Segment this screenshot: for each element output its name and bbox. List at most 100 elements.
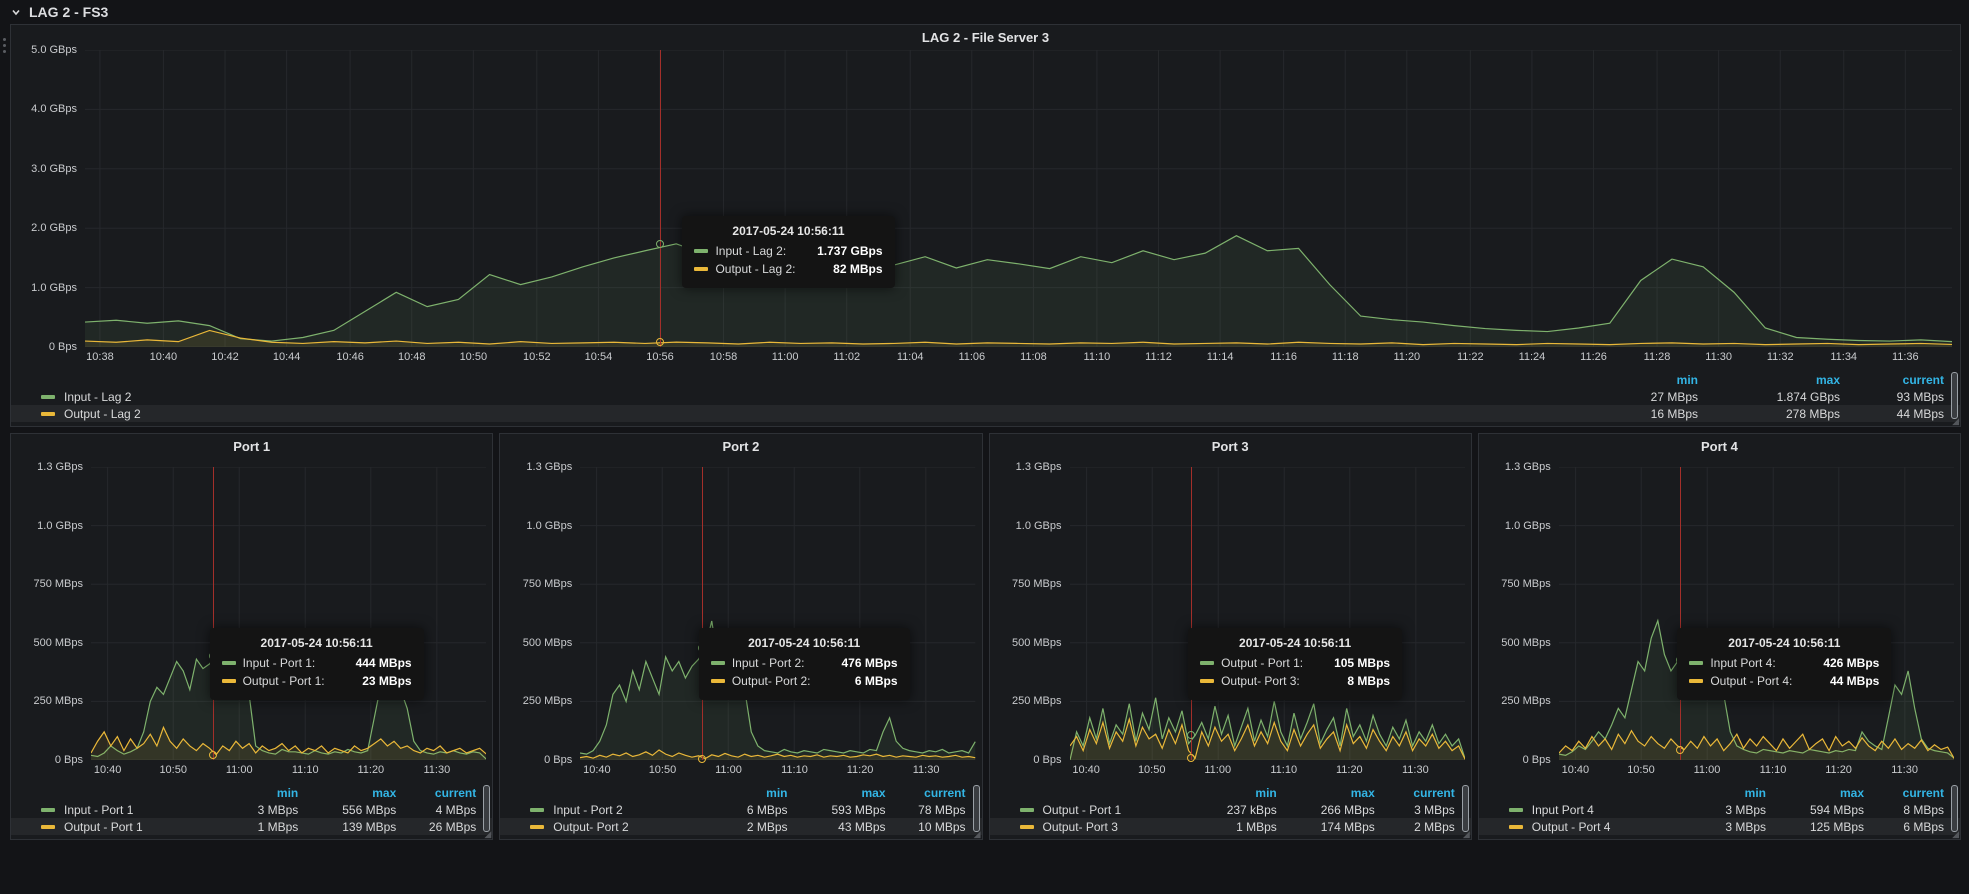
- chevron-down-icon[interactable]: [10, 6, 22, 18]
- panel-title[interactable]: LAG 2 - File Server 3: [11, 25, 1960, 50]
- lag2-timeseries-chart[interactable]: 5.0 GBps4.0 GBps3.0 GBps2.0 GBps1.0 GBps…: [11, 50, 1952, 366]
- legend-current-header[interactable]: current: [886, 786, 966, 800]
- legend-max-header[interactable]: max: [1698, 373, 1840, 387]
- legend-row-input[interactable]: Input - Port 1 3 MBps 556 MBps 4 MBps: [11, 801, 492, 818]
- legend-min-header[interactable]: min: [1193, 786, 1277, 800]
- legend-max-header[interactable]: max: [1766, 786, 1864, 800]
- hover-point-marker: [1187, 754, 1195, 762]
- y-axis-labels: 5.0 GBps4.0 GBps3.0 GBps2.0 GBps1.0 GBps…: [11, 50, 85, 347]
- y-axis-labels: 1.3 GBps1.0 GBps750 MBps500 MBps250 MBps…: [990, 467, 1070, 760]
- panel-title[interactable]: Port 2: [500, 434, 981, 459]
- legend-row-output[interactable]: Output- Port 2 2 MBps 43 MBps 10 MBps: [500, 818, 981, 835]
- legend-row-input[interactable]: Input - Lag 2 27 MBps 1.874 GBps 93 MBps: [11, 388, 1960, 405]
- legend-scrollbar[interactable]: [1951, 785, 1958, 832]
- legend-row-input[interactable]: Input Port 4 3 MBps 594 MBps 8 MBps: [1479, 801, 1960, 818]
- legend-scrollbar[interactable]: [1951, 372, 1958, 419]
- legend-max-header[interactable]: max: [298, 786, 396, 800]
- legend-max-header[interactable]: max: [788, 786, 886, 800]
- plot-area[interactable]: 2017-05-24 10:56:11 Input - Port 1:444 M…: [91, 467, 486, 760]
- series-swatch-yellow: [1200, 679, 1214, 683]
- series-swatch-green: [694, 249, 708, 253]
- series-swatch-green: [711, 661, 725, 665]
- tooltip-time: 2017-05-24 10:56:11: [711, 636, 898, 650]
- legend-min-header[interactable]: min: [704, 786, 788, 800]
- series-swatch-green: [41, 395, 55, 399]
- crosshair-line: [1680, 467, 1681, 760]
- port1-timeseries-chart[interactable]: 1.3 GBps1.0 GBps750 MBps500 MBps250 MBps…: [11, 467, 486, 779]
- crosshair-line: [1191, 467, 1192, 760]
- legend-row-output[interactable]: Output- Port 3 1 MBps 174 MBps 2 MBps: [990, 818, 1471, 835]
- tooltip: 2017-05-24 10:56:11 Input - Lag 2:1.737 …: [682, 216, 894, 288]
- panel-title[interactable]: Port 3: [990, 434, 1471, 459]
- panel-resize-grip[interactable]: ◢: [484, 830, 491, 839]
- legend-max-header[interactable]: max: [1277, 786, 1375, 800]
- x-axis-labels: 10:4010:5011:0011:1011:2011:30: [1070, 760, 1465, 779]
- legend-header-row: min max current: [11, 371, 1960, 388]
- series-swatch-green: [530, 808, 544, 812]
- tooltip-time: 2017-05-24 10:56:11: [1200, 636, 1390, 650]
- legend-current-header[interactable]: current: [1864, 786, 1944, 800]
- plot-area[interactable]: 2017-05-24 10:56:11 Input - Lag 2:1.737 …: [85, 50, 1952, 347]
- legend-row-output[interactable]: Output - Port 4 3 MBps 125 MBps 6 MBps: [1479, 818, 1960, 835]
- tooltip: 2017-05-24 10:56:11 Input - Port 1:444 M…: [210, 628, 424, 700]
- legend-table: min max current Output - Port 1 237 kBps…: [990, 784, 1471, 835]
- hover-point-marker: [656, 240, 664, 248]
- legend-min-header[interactable]: min: [1682, 786, 1766, 800]
- port2-timeseries-chart[interactable]: 1.3 GBps1.0 GBps750 MBps500 MBps250 MBps…: [500, 467, 975, 779]
- crosshair-line: [660, 50, 661, 347]
- panel-lag2-file-server-3: LAG 2 - File Server 3 5.0 GBps4.0 GBps3.…: [10, 24, 1961, 427]
- legend-scrollbar[interactable]: [483, 785, 490, 832]
- legend-table: min max current Input - Port 2 6 MBps 59…: [500, 784, 981, 835]
- series-swatch-green: [222, 661, 236, 665]
- plot-area[interactable]: 2017-05-24 10:56:11 Input - Port 2:476 M…: [580, 467, 975, 760]
- legend-scrollbar[interactable]: [973, 785, 980, 832]
- tooltip-time: 2017-05-24 10:56:11: [694, 224, 882, 238]
- legend-row-output[interactable]: Output - Port 1 1 MBps 139 MBps 26 MBps: [11, 818, 492, 835]
- panel-port-3: Port 3 1.3 GBps1.0 GBps750 MBps500 MBps2…: [989, 433, 1472, 840]
- legend-scrollbar[interactable]: [1462, 785, 1469, 832]
- series-swatch-green: [1509, 808, 1523, 812]
- legend-min-header[interactable]: min: [214, 786, 298, 800]
- panel-resize-grip[interactable]: ◢: [1463, 830, 1470, 839]
- series-swatch-yellow: [711, 679, 725, 683]
- legend-header-row: min max current: [11, 784, 492, 801]
- legend-table: min max current Input - Lag 2 27 MBps 1.…: [11, 371, 1960, 422]
- row-title[interactable]: LAG 2 - FS3: [29, 4, 108, 20]
- series-swatch-yellow: [222, 679, 236, 683]
- tooltip-time: 2017-05-24 10:56:11: [1689, 636, 1879, 650]
- legend-current-header[interactable]: current: [396, 786, 476, 800]
- legend-table: min max current Input - Port 1 3 MBps 55…: [11, 784, 492, 835]
- panel-resize-grip[interactable]: ◢: [974, 830, 981, 839]
- tooltip: 2017-05-24 10:56:11 Input - Port 2:476 M…: [699, 628, 910, 700]
- legend-row-input[interactable]: Input - Port 2 6 MBps 593 MBps 78 MBps: [500, 801, 981, 818]
- port3-timeseries-chart[interactable]: 1.3 GBps1.0 GBps750 MBps500 MBps250 MBps…: [990, 467, 1465, 779]
- dashboard-row-header[interactable]: LAG 2 - FS3: [0, 0, 1969, 24]
- series-swatch-yellow: [1020, 825, 1034, 829]
- tooltip: 2017-05-24 10:56:11 Input Port 4:426 MBp…: [1677, 628, 1891, 700]
- tooltip-time: 2017-05-24 10:56:11: [222, 636, 412, 650]
- legend-min-header[interactable]: min: [1580, 373, 1698, 387]
- legend-header-row: min max current: [1479, 784, 1960, 801]
- series-swatch-yellow: [1509, 825, 1523, 829]
- series-swatch-yellow: [41, 412, 55, 416]
- series-swatch-yellow: [530, 825, 544, 829]
- legend-header-row: min max current: [500, 784, 981, 801]
- tooltip: 2017-05-24 10:56:11 Output - Port 1:105 …: [1188, 628, 1402, 700]
- plot-area[interactable]: 2017-05-24 10:56:11 Output - Port 1:105 …: [1070, 467, 1465, 760]
- row-drag-handle[interactable]: [3, 38, 6, 53]
- series-swatch-yellow: [1689, 679, 1703, 683]
- x-axis-labels: 10:4010:5011:0011:1011:2011:30: [91, 760, 486, 779]
- legend-current-header[interactable]: current: [1840, 373, 1944, 387]
- port4-timeseries-chart[interactable]: 1.3 GBps1.0 GBps750 MBps500 MBps250 MBps…: [1479, 467, 1954, 779]
- series-swatch-yellow: [694, 267, 708, 271]
- legend-row-input[interactable]: Output - Port 1 237 kBps 266 MBps 3 MBps: [990, 801, 1471, 818]
- panel-resize-grip[interactable]: ◢: [1952, 830, 1959, 839]
- panel-port-1: Port 1 1.3 GBps1.0 GBps750 MBps500 MBps2…: [10, 433, 493, 840]
- plot-area[interactable]: 2017-05-24 10:56:11 Input Port 4:426 MBp…: [1559, 467, 1954, 760]
- panel-title[interactable]: Port 4: [1479, 434, 1960, 459]
- legend-current-header[interactable]: current: [1375, 786, 1455, 800]
- panel-resize-grip[interactable]: ◢: [1952, 417, 1959, 426]
- y-axis-labels: 1.3 GBps1.0 GBps750 MBps500 MBps250 MBps…: [1479, 467, 1559, 760]
- panel-title[interactable]: Port 1: [11, 434, 492, 459]
- legend-row-output[interactable]: Output - Lag 2 16 MBps 278 MBps 44 MBps: [11, 405, 1960, 422]
